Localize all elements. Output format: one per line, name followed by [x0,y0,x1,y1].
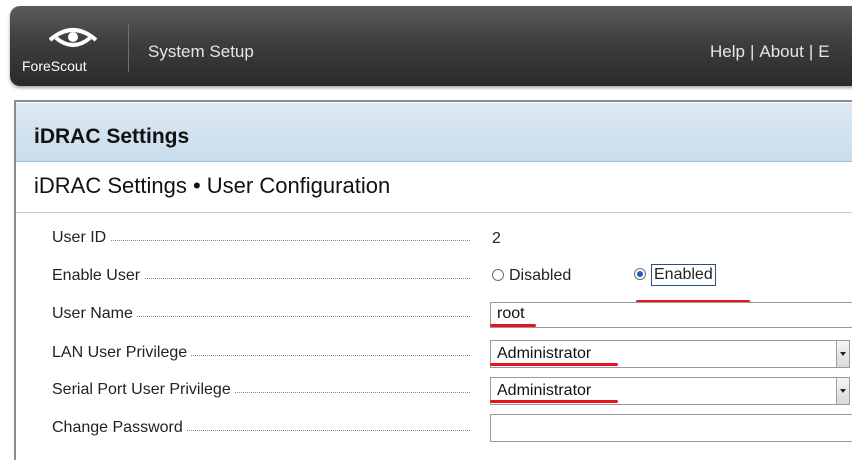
change-password-input[interactable] [490,414,852,442]
radio-disabled-circle[interactable] [492,269,504,281]
link-separator: | [749,42,755,61]
lan-privilege-label: LAN User Privilege [52,344,192,361]
radio-enabled-label: Enabled [651,264,716,286]
page-title: iDRAC Settings • User Configuration [34,173,391,198]
link-separator: | [808,42,814,61]
app-window: ForeScout System Setup Help | About | E iDRA… [0,0,852,460]
user-name-label: User Name [52,305,137,322]
annotation-underline-username [490,324,536,327]
leader-dots [52,240,470,241]
radio-disabled-label: Disabled [509,267,572,284]
lan-privilege-label-row: LAN User Privilege [52,344,470,366]
user-name-input[interactable]: root [490,302,852,328]
serial-privilege-dropdown-button[interactable] [836,378,849,404]
user-id-value: 2 [492,230,501,247]
lan-privilege-value: Administrator [497,345,592,362]
enable-user-label-row: Enable User [52,267,470,289]
annotation-underline-lan [490,363,618,366]
section-title: iDRAC Settings [34,125,190,148]
panel-border [14,100,852,102]
forescout-logo: ForeScout [22,18,126,76]
annotation-underline-serial [490,400,618,403]
header-divider [128,24,129,72]
enable-user-label: Enable User [52,267,145,284]
user-id-label-row: User ID [52,229,470,251]
user-id-label: User ID [52,229,111,246]
about-link[interactable]: About [759,42,803,61]
header-links: Help | About | E [710,42,830,62]
serial-privilege-label: Serial Port User Privilege [52,381,235,398]
radio-enabled[interactable]: Enabled [634,264,716,286]
app-title: System Setup [148,42,254,61]
radio-enabled-circle[interactable] [634,268,646,280]
chevron-down-icon [840,352,846,356]
help-link[interactable]: Help [710,42,745,61]
exit-link[interactable]: E [818,42,829,61]
title-divider [16,212,852,213]
lan-privilege-dropdown-button[interactable] [836,341,849,367]
chevron-down-icon [840,389,846,393]
logo-text: ForeScout [22,58,87,74]
change-password-label: Change Password [52,419,187,436]
eye-logo-icon [48,28,98,47]
user-name-label-row: User Name [52,305,470,327]
serial-privilege-label-row: Serial Port User Privilege [52,381,470,403]
serial-privilege-value: Administrator [497,382,592,399]
radio-disabled[interactable]: Disabled [492,267,571,285]
change-password-label-row: Change Password [52,419,470,441]
top-banner: ForeScout System Setup Help | About | E [10,6,852,86]
section-header: iDRAC Settings [16,103,852,162]
